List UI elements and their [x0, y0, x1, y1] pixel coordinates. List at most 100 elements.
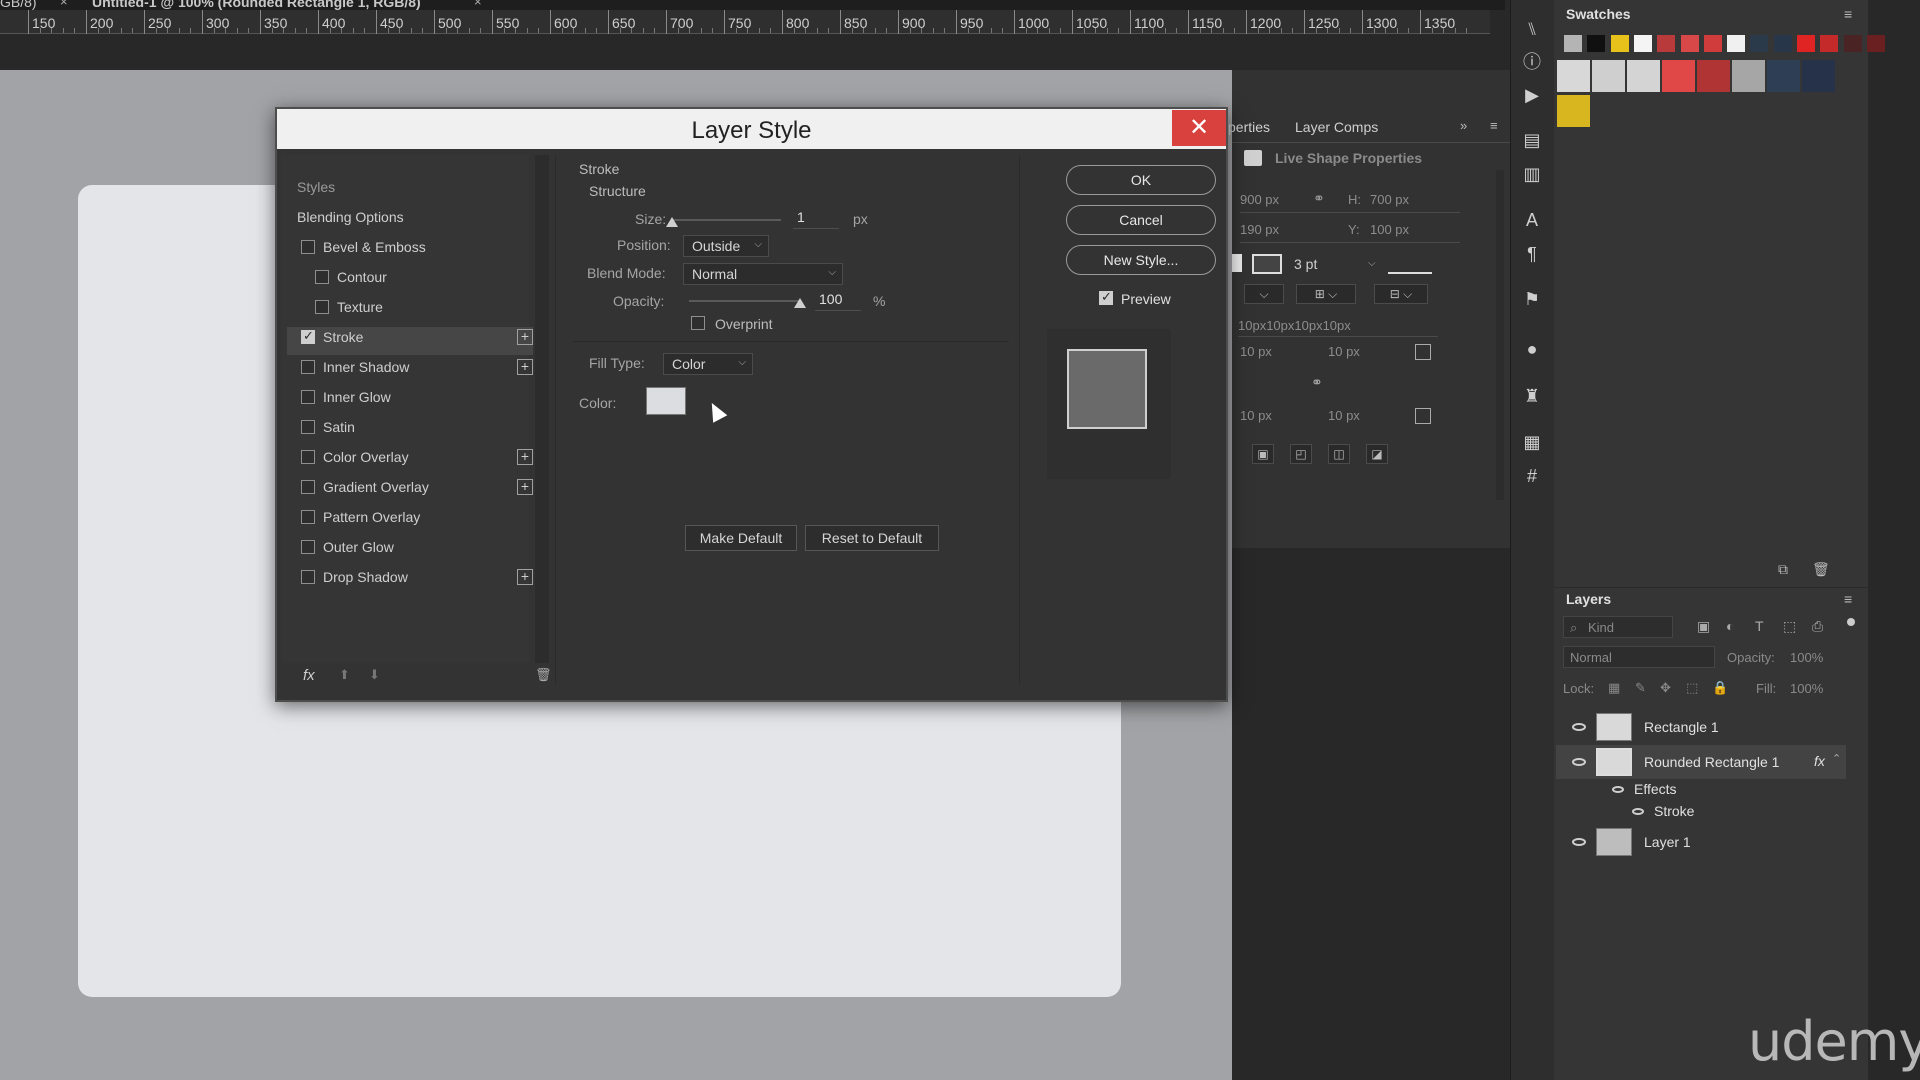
- swatch[interactable]: [1592, 60, 1625, 92]
- swatch[interactable]: [1773, 35, 1792, 52]
- style-checkbox[interactable]: [301, 420, 315, 434]
- swatch[interactable]: [1820, 35, 1839, 52]
- stroke-swatch[interactable]: [1252, 254, 1282, 274]
- path-op-exclude-icon[interactable]: ◪: [1366, 444, 1388, 464]
- tab-layer-comps[interactable]: Layer Comps: [1295, 119, 1378, 135]
- size-input[interactable]: 1: [793, 209, 839, 229]
- caps-dropdown[interactable]: ⊞ ⌵: [1296, 284, 1356, 304]
- link-corners-icon[interactable]: ⚭: [1311, 374, 1323, 391]
- swatch[interactable]: [1680, 35, 1699, 52]
- fill-swatch[interactable]: [1232, 254, 1242, 272]
- filter-shape-icon[interactable]: ⬚: [1783, 618, 1796, 635]
- dialog-titlebar[interactable]: Layer Style ✕: [277, 109, 1226, 149]
- layer-effects-row[interactable]: Effects: [1556, 779, 1846, 801]
- fx-icon[interactable]: fx: [1814, 753, 1825, 769]
- style-item-label[interactable]: Inner Shadow: [323, 359, 409, 375]
- robot-icon[interactable]: ♜: [1521, 385, 1543, 407]
- panel-menu-icon[interactable]: ≡: [1490, 118, 1498, 133]
- properties-scrollbar[interactable]: [1496, 170, 1504, 500]
- swatch[interactable]: [1564, 35, 1582, 52]
- eye-icon[interactable]: [1612, 786, 1624, 793]
- add-style-instance-icon[interactable]: +: [517, 569, 533, 585]
- delete-swatch-icon[interactable]: 🗑: [1812, 561, 1830, 578]
- layers-title[interactable]: Layers: [1566, 591, 1611, 607]
- make-default-button[interactable]: Make Default: [685, 525, 797, 551]
- style-item-label[interactable]: Bevel & Emboss: [323, 239, 426, 255]
- swatch[interactable]: [1557, 95, 1590, 127]
- swatches-title[interactable]: Swatches: [1566, 6, 1631, 22]
- opacity-slider-thumb[interactable]: [794, 298, 806, 308]
- filter-smart-icon[interactable]: ⎙: [1812, 618, 1823, 635]
- swatch[interactable]: [1797, 35, 1815, 52]
- flag-icon[interactable]: ⚑: [1521, 288, 1543, 310]
- prev-tab-label[interactable]: GB/8): [0, 0, 37, 10]
- swatch[interactable]: [1557, 60, 1590, 92]
- overprint-checkbox[interactable]: [691, 316, 705, 330]
- corners-dropdown[interactable]: ⊟ ⌵: [1374, 284, 1428, 304]
- style-item-label[interactable]: Pattern Overlay: [323, 509, 420, 525]
- swatch[interactable]: [1866, 35, 1885, 52]
- filter-type-icon[interactable]: T: [1755, 618, 1764, 634]
- corner-bottom-left-field[interactable]: 10 px: [1240, 408, 1272, 423]
- swatch[interactable]: [1627, 60, 1660, 92]
- swatch[interactable]: [1633, 35, 1652, 52]
- align-dropdown[interactable]: ⌵: [1244, 284, 1284, 304]
- fill-value[interactable]: 100%: [1790, 681, 1823, 696]
- drop-icon[interactable]: ●: [1521, 338, 1543, 360]
- swatch[interactable]: [1697, 60, 1730, 92]
- filter-adjustment-icon[interactable]: ◐: [1726, 618, 1734, 634]
- add-style-instance-icon[interactable]: +: [517, 449, 533, 465]
- libraries-icon[interactable]: ▥: [1521, 163, 1543, 185]
- move-up-icon[interactable]: ⬆: [339, 667, 350, 683]
- lock-all-icon[interactable]: 🔒: [1712, 680, 1728, 696]
- corner-shape-icon[interactable]: [1415, 408, 1431, 424]
- fill-type-dropdown[interactable]: Color ⌵: [663, 353, 753, 375]
- size-slider-track[interactable]: [671, 219, 781, 221]
- x-field[interactable]: 190 px: [1240, 222, 1279, 237]
- style-checkbox[interactable]: [301, 390, 315, 404]
- lock-artboard-icon[interactable]: ⬚: [1686, 680, 1698, 696]
- eye-icon[interactable]: [1572, 838, 1586, 846]
- style-item-label[interactable]: Gradient Overlay: [323, 479, 429, 495]
- style-item-label[interactable]: Outer Glow: [323, 539, 394, 555]
- tab-properties[interactable]: perties: [1228, 119, 1270, 135]
- swatches-menu-icon[interactable]: ≡: [1844, 6, 1852, 22]
- swatch[interactable]: [1662, 60, 1695, 92]
- fx-icon[interactable]: fx: [303, 667, 315, 684]
- active-tab-close[interactable]: ×: [474, 0, 482, 9]
- grid-icon[interactable]: #: [1521, 465, 1543, 487]
- opacity-slider-track[interactable]: [689, 300, 801, 302]
- layer-row[interactable]: Rectangle 1: [1556, 710, 1846, 744]
- style-item-label[interactable]: Drop Shadow: [323, 569, 408, 585]
- blend-mode-dropdown[interactable]: Normal ⌵: [683, 263, 843, 285]
- stroke-style-dropdown[interactable]: [1388, 254, 1432, 274]
- link-icon[interactable]: ⚭: [1313, 190, 1325, 207]
- height-field[interactable]: 700 px: [1370, 192, 1409, 207]
- styles-scrollbar[interactable]: [535, 155, 549, 663]
- position-dropdown[interactable]: Outside ⌵: [683, 235, 769, 257]
- style-item-label[interactable]: Satin: [323, 419, 355, 435]
- move-down-icon[interactable]: ⬇: [369, 667, 380, 683]
- path-op-combine-icon[interactable]: ▣: [1252, 444, 1274, 464]
- filter-toggle-icon[interactable]: [1847, 618, 1855, 626]
- active-document-tab[interactable]: Untitled-1 @ 100% (Rounded Rectangle 1, …: [92, 0, 421, 10]
- swatch[interactable]: [1703, 35, 1722, 52]
- swatch[interactable]: [1727, 35, 1746, 52]
- character-icon[interactable]: A: [1521, 209, 1543, 231]
- style-checkbox[interactable]: [301, 450, 315, 464]
- corner-bottom-right-field[interactable]: 10 px: [1328, 408, 1360, 423]
- close-icon[interactable]: ✕: [1172, 110, 1226, 146]
- image-icon[interactable]: ▦: [1521, 431, 1543, 453]
- y-field[interactable]: 100 px: [1370, 222, 1409, 237]
- lock-paint-icon[interactable]: ✎: [1635, 680, 1646, 696]
- corner-top-right-field[interactable]: 10 px: [1328, 344, 1360, 359]
- properties-icon[interactable]: ▤: [1521, 129, 1543, 151]
- new-swatch-icon[interactable]: ⧉: [1778, 561, 1788, 578]
- panel-collapse-icon[interactable]: »: [1460, 118, 1467, 133]
- info-icon[interactable]: ⓘ: [1521, 51, 1543, 73]
- layer-row[interactable]: Layer 1: [1556, 825, 1846, 859]
- opacity-value[interactable]: 100%: [1790, 650, 1823, 665]
- chevron-up-icon[interactable]: ⌃: [1832, 752, 1841, 765]
- eye-icon[interactable]: [1572, 758, 1586, 766]
- swatch[interactable]: [1843, 35, 1862, 52]
